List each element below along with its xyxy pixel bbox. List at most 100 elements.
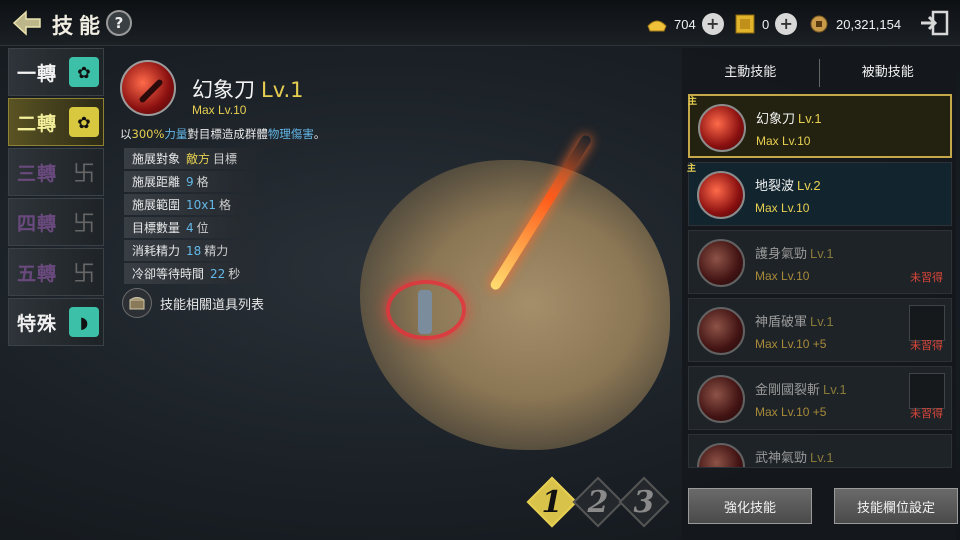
skill-name-text: 幻象刀 (756, 112, 796, 127)
locked-emblem-icon: 卐 (72, 162, 95, 187)
stat-row-cost: 消耗精力 18 精力 (124, 240, 264, 261)
skill-card-phantom-blade[interactable]: 主 幻象刀 Lv.1 Max Lv.10 (688, 94, 952, 158)
tab-label: 二轉 (17, 112, 58, 135)
stat-unit: 目標 (213, 152, 238, 166)
stat-row-targets: 目標數量 4 位 (124, 217, 264, 238)
stat-unit: 格 (219, 198, 232, 212)
add-gold-button[interactable]: + (701, 13, 724, 35)
skill-max-level: Max Lv.10 (755, 269, 810, 283)
coin-icon (810, 15, 828, 33)
skill-aura-icon (697, 239, 745, 287)
tab-label: 一轉 (17, 62, 58, 85)
skill-level: Lv.1 (261, 78, 304, 102)
skill-level: Lv.1 (810, 314, 834, 329)
desc-mid: 對目標造成群體 (187, 127, 268, 141)
skill-level: Lv.1 (798, 111, 822, 126)
tab-label: 三轉 (17, 162, 58, 185)
page-3-button[interactable]: 3 (618, 476, 670, 528)
exit-icon (921, 10, 949, 36)
character (418, 290, 432, 334)
main-skill-tag: 主 (687, 164, 697, 174)
skill-name-text: 神盾破軍 (755, 315, 808, 330)
skill-max-level: Max Lv.10 (756, 134, 811, 148)
skill-max-level: Max Lv.10 +5 (755, 337, 827, 351)
skill-card-guard-aura[interactable]: 護身氣勁 Lv.1 Max Lv.10 未習得 (688, 230, 952, 294)
tab-label: 五轉 (17, 262, 58, 285)
token-icon (735, 14, 755, 34)
tab-fourth-job[interactable]: 四轉 卐 (8, 198, 104, 246)
add-token-button[interactable]: + (775, 13, 798, 35)
enhance-skill-button[interactable]: 強化技能 (688, 488, 812, 524)
stat-value: 22 (210, 266, 226, 281)
stat-label: 消耗精力 (132, 244, 181, 258)
skill-aura-icon (697, 443, 745, 467)
locked-emblem-icon: 卐 (72, 262, 95, 287)
stat-label: 目標數量 (132, 221, 181, 235)
skill-shield-icon (697, 307, 745, 355)
back-button[interactable] (10, 8, 44, 38)
skill-max-level: Max Lv.10 +5 (755, 405, 827, 419)
skill-preview (360, 133, 670, 450)
back-arrow-icon (12, 10, 41, 36)
skill-list-panel: 主動技能 被動技能 主 幻象刀 Lv.1 Max Lv.10 主 地裂波 Lv.2 … (682, 48, 956, 540)
currency-token: 0 + (734, 12, 798, 36)
skill-name-text: 幻象刀 (192, 78, 255, 102)
main-skill-tag: 主 (688, 97, 698, 107)
unlearned-status: 未習得 (910, 339, 943, 352)
skill-max-level: Max Lv.10 (192, 103, 247, 117)
skill-card-earth-wave[interactable]: 主 地裂波 Lv.2 Max Lv.10 (687, 162, 952, 226)
skill-name: 幻象刀 Lv.1 (192, 74, 304, 104)
token-value: 0 (762, 16, 770, 32)
tab-fifth-job[interactable]: 五轉 卐 (8, 248, 104, 296)
skill-items-link[interactable]: 技能相關道具列表 (122, 288, 264, 318)
stat-value: 4 (186, 220, 194, 235)
tab-second-job[interactable]: 二轉 ✿ (8, 98, 104, 146)
skill-card-shield-break[interactable]: 神盾破軍 Lv.1 Max Lv.10 +5 未習得 (688, 298, 952, 362)
desc-prefix: 以 (120, 127, 132, 141)
stat-value: 9 (186, 174, 194, 189)
stat-value: 10x1 (186, 197, 217, 212)
skill-name: 地裂波 Lv.2 (755, 175, 821, 194)
bottom-actions: 強化技能 技能欄位設定 (688, 488, 958, 524)
page-title: 技能 (52, 13, 106, 38)
tab-passive-skills[interactable]: 被動技能 (820, 58, 957, 88)
skill-name-text: 地裂波 (755, 179, 795, 194)
page-2-button[interactable]: 2 (572, 476, 624, 528)
tab-special[interactable]: 特殊 ◗ (8, 298, 104, 346)
skill-blade-icon (698, 104, 746, 152)
stat-label: 施展距離 (132, 175, 181, 189)
stat-label: 施展對象 (132, 152, 181, 166)
help-button[interactable]: ? (106, 10, 132, 36)
skill-name: 護身氣勁 Lv.1 (755, 243, 834, 262)
currency-coin: 20,321,154 (808, 12, 901, 36)
exit-button[interactable] (918, 9, 950, 37)
skill-slot-settings-button[interactable]: 技能欄位設定 (834, 488, 958, 524)
unlearned-status: 未習得 (910, 407, 943, 420)
skill-card-vajra-slash[interactable]: 金剛國裂斬 Lv.1 Max Lv.10 +5 未習得 (688, 366, 952, 430)
skill-level: Lv.2 (797, 178, 821, 193)
page-1-button[interactable]: 1 (526, 476, 578, 528)
skill-level: Lv.1 (823, 382, 847, 397)
tab-first-job[interactable]: 一轉 ✿ (8, 48, 104, 96)
skill-list: 主 幻象刀 Lv.1 Max Lv.10 主 地裂波 Lv.2 Max Lv.10 … (687, 94, 952, 472)
skill-card-war-god-aura[interactable]: 武神氣勁 Lv.1 (688, 434, 952, 468)
stat-value: 18 (186, 243, 202, 258)
stat-value: 敵方 (186, 152, 211, 166)
skill-type-tabs: 主動技能 被動技能 (682, 58, 956, 88)
skill-page-selector: 1 2 3 (526, 476, 672, 528)
tab-active-skills[interactable]: 主動技能 (682, 58, 819, 88)
skill-slash-icon (697, 375, 745, 423)
stat-unit: 秒 (228, 267, 241, 281)
coin-value: 20,321,154 (836, 16, 902, 32)
stat-row-distance: 施展距離 9 格 (124, 171, 264, 192)
desc-stat: 力量 (164, 127, 188, 141)
stat-row-range: 施展範圍 10x1 格 (124, 194, 264, 215)
currency-gold: 704 + (646, 12, 724, 36)
gold-ingot-icon (647, 20, 667, 32)
page-number: 1 (541, 484, 563, 520)
stat-label: 施展範圍 (132, 198, 181, 212)
tab-third-job[interactable]: 三轉 卐 (8, 148, 104, 196)
job-tabs: 一轉 ✿ 二轉 ✿ 三轉 卐 四轉 卐 五轉 卐 特殊 ◗ (8, 48, 104, 348)
dragon-emblem-icon: ✿ (69, 57, 99, 87)
locked-emblem-icon: 卐 (72, 212, 95, 237)
